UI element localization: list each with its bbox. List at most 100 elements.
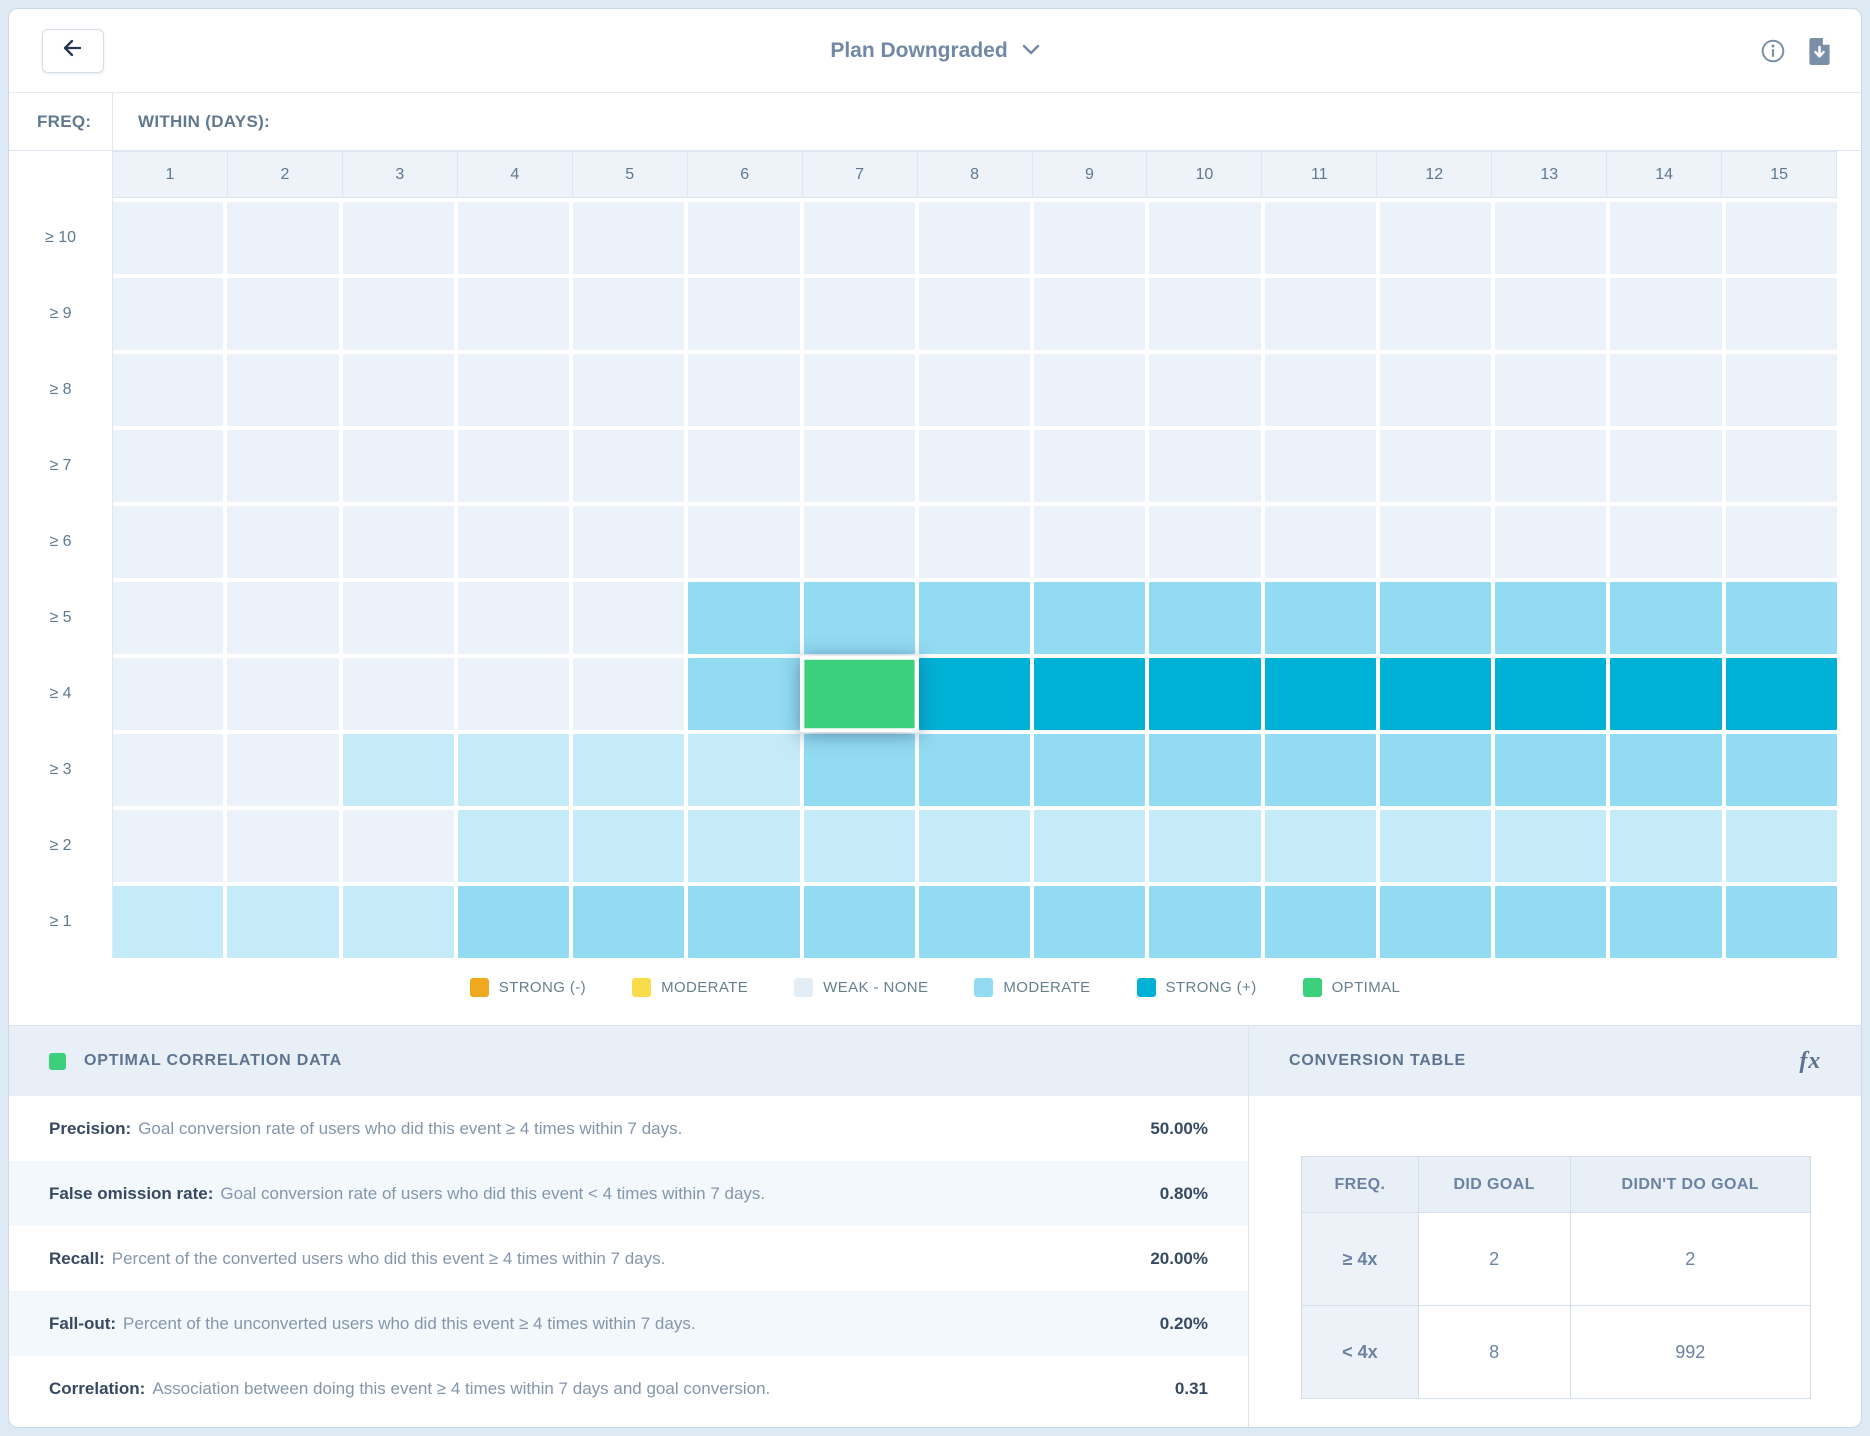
heatmap-cell[interactable] [573,582,684,654]
heatmap-cell[interactable] [227,658,338,730]
heatmap-cell[interactable] [1726,202,1837,274]
heatmap-cell[interactable] [688,506,799,578]
heatmap-cell[interactable] [1149,430,1260,502]
heatmap-cell[interactable] [1034,658,1145,730]
heatmap-cell[interactable] [1149,506,1260,578]
heatmap-cell[interactable] [1610,278,1721,350]
heatmap-cell[interactable] [1380,202,1491,274]
heatmap-cell[interactable] [112,278,223,350]
heatmap-cell[interactable] [1380,658,1491,730]
heatmap-cell[interactable] [343,886,454,958]
heatmap-cell[interactable] [688,658,799,730]
heatmap-cell[interactable] [1610,430,1721,502]
heatmap-cell[interactable] [1495,278,1606,350]
heatmap-cell[interactable] [688,582,799,654]
heatmap-cell[interactable] [1610,886,1721,958]
heatmap-cell[interactable] [1265,582,1376,654]
heatmap-cell[interactable] [1726,430,1837,502]
heatmap-cell[interactable] [343,354,454,426]
heatmap-cell[interactable] [688,886,799,958]
heatmap-cell[interactable] [1495,658,1606,730]
heatmap-cell[interactable] [919,810,1030,882]
heatmap-cell[interactable] [1495,810,1606,882]
heatmap-cell[interactable] [804,354,915,426]
heatmap-cell[interactable] [1726,582,1837,654]
heatmap-cell[interactable] [112,202,223,274]
heatmap-cell[interactable] [458,658,569,730]
heatmap-cell[interactable] [1149,354,1260,426]
heatmap-cell[interactable] [919,354,1030,426]
heatmap-cell[interactable] [804,734,915,806]
heatmap-cell[interactable] [343,430,454,502]
heatmap-cell[interactable] [343,278,454,350]
heatmap-cell[interactable] [1495,354,1606,426]
heatmap-cell[interactable] [1380,810,1491,882]
heatmap-cell[interactable] [1149,582,1260,654]
heatmap-cell[interactable] [1149,810,1260,882]
heatmap-cell[interactable] [1034,202,1145,274]
heatmap-cell[interactable] [1034,734,1145,806]
heatmap-cell[interactable] [804,278,915,350]
heatmap-cell[interactable] [1610,354,1721,426]
heatmap-cell[interactable] [1726,810,1837,882]
heatmap-cell[interactable] [343,202,454,274]
heatmap-cell[interactable] [343,810,454,882]
info-icon[interactable] [1760,38,1786,64]
heatmap-cell[interactable] [804,202,915,274]
heatmap-cell[interactable] [688,810,799,882]
heatmap-cell[interactable] [343,506,454,578]
heatmap-cell[interactable] [343,582,454,654]
heatmap-cell[interactable] [804,886,915,958]
heatmap-cell[interactable] [1610,582,1721,654]
heatmap-cell[interactable] [919,886,1030,958]
heatmap-cell-selected[interactable] [800,655,919,732]
heatmap-cell[interactable] [458,734,569,806]
heatmap-cell[interactable] [573,278,684,350]
heatmap-cell[interactable] [112,506,223,578]
heatmap-cell[interactable] [1610,810,1721,882]
formula-fx-icon[interactable]: fx [1799,1048,1821,1075]
heatmap-cell[interactable] [1495,582,1606,654]
heatmap-cell[interactable] [1495,506,1606,578]
heatmap-cell[interactable] [1380,734,1491,806]
heatmap-cell[interactable] [919,506,1030,578]
heatmap-cell[interactable] [573,658,684,730]
heatmap-cell[interactable] [458,430,569,502]
heatmap-cell[interactable] [919,582,1030,654]
heatmap-cell[interactable] [688,354,799,426]
heatmap-cell[interactable] [458,278,569,350]
heatmap-cell[interactable] [688,734,799,806]
heatmap-cell[interactable] [1034,810,1145,882]
heatmap-cell[interactable] [1726,354,1837,426]
heatmap-cell[interactable] [458,582,569,654]
heatmap-cell[interactable] [343,658,454,730]
heatmap-cell[interactable] [343,734,454,806]
heatmap-cell[interactable] [1610,506,1721,578]
heatmap-cell[interactable] [458,506,569,578]
heatmap-cell[interactable] [1034,354,1145,426]
heatmap-cell[interactable] [1380,886,1491,958]
heatmap-cell[interactable] [458,810,569,882]
heatmap-cell[interactable] [1034,886,1145,958]
heatmap-cell[interactable] [227,886,338,958]
heatmap-cell[interactable] [919,202,1030,274]
heatmap-cell[interactable] [112,582,223,654]
heatmap-cell[interactable] [1380,354,1491,426]
heatmap-cell[interactable] [458,354,569,426]
heatmap-cell[interactable] [573,354,684,426]
heatmap-cell[interactable] [1034,582,1145,654]
heatmap-cell[interactable] [1265,430,1376,502]
heatmap-cell[interactable] [919,658,1030,730]
heatmap-cell[interactable] [1726,278,1837,350]
heatmap-cell[interactable] [112,886,223,958]
heatmap-cell[interactable] [804,582,915,654]
heatmap-cell[interactable] [573,430,684,502]
heatmap-cell[interactable] [1726,734,1837,806]
download-icon[interactable] [1808,38,1831,65]
heatmap-cell[interactable] [1495,430,1606,502]
heatmap-cell[interactable] [1380,430,1491,502]
heatmap-cell[interactable] [227,810,338,882]
heatmap-cell[interactable] [573,810,684,882]
heatmap-cell[interactable] [112,354,223,426]
heatmap-cell[interactable] [1265,810,1376,882]
